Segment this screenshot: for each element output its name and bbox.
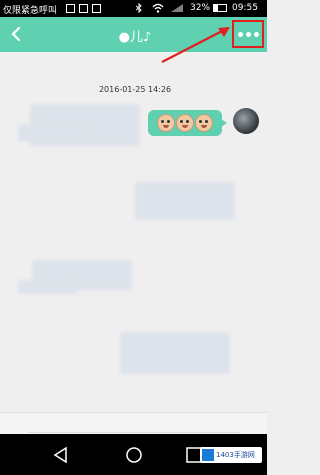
chat-area[interactable]: 2016-01-25 14:26 (0, 52, 267, 412)
message-input[interactable] (28, 416, 240, 433)
watermark-text: 1403手游网 (216, 451, 255, 459)
chevron-left-icon[interactable] (6, 23, 26, 45)
more-dot (245, 31, 251, 37)
clock: 09:55 (232, 3, 258, 13)
battery-percent: 32% (190, 3, 211, 13)
home-circle-icon[interactable] (125, 446, 143, 464)
image-notification-icon (66, 4, 75, 13)
blurred-message (135, 182, 235, 220)
status-bar: 仅限紧急呼叫 32% 09:55 (0, 0, 267, 17)
bluetooth-icon (135, 3, 142, 13)
signal-icon (171, 4, 183, 12)
usb-icon (92, 4, 101, 13)
blurred-message (18, 124, 88, 142)
more-options-button[interactable] (232, 20, 264, 48)
my-message-bubble[interactable] (148, 110, 227, 136)
face-icon (157, 114, 175, 132)
face-icon (195, 114, 213, 132)
blurred-message (18, 280, 78, 294)
watermark-logo-icon (202, 449, 214, 461)
message-input-bar (0, 412, 267, 435)
carrier-text: 仅限紧急呼叫 (3, 6, 58, 16)
more-dot (253, 31, 259, 37)
avatar[interactable] (233, 108, 259, 134)
wifi-icon (152, 3, 164, 13)
site-watermark: 1403手游网 (200, 447, 262, 463)
blurred-message (120, 332, 230, 374)
back-triangle-icon[interactable] (52, 446, 70, 464)
message-timestamp: 2016-01-25 14:26 (98, 85, 172, 94)
face-icon (176, 114, 194, 132)
more-horizontal-icon (237, 31, 243, 37)
sim-icon (79, 4, 88, 13)
battery-icon (213, 4, 227, 12)
